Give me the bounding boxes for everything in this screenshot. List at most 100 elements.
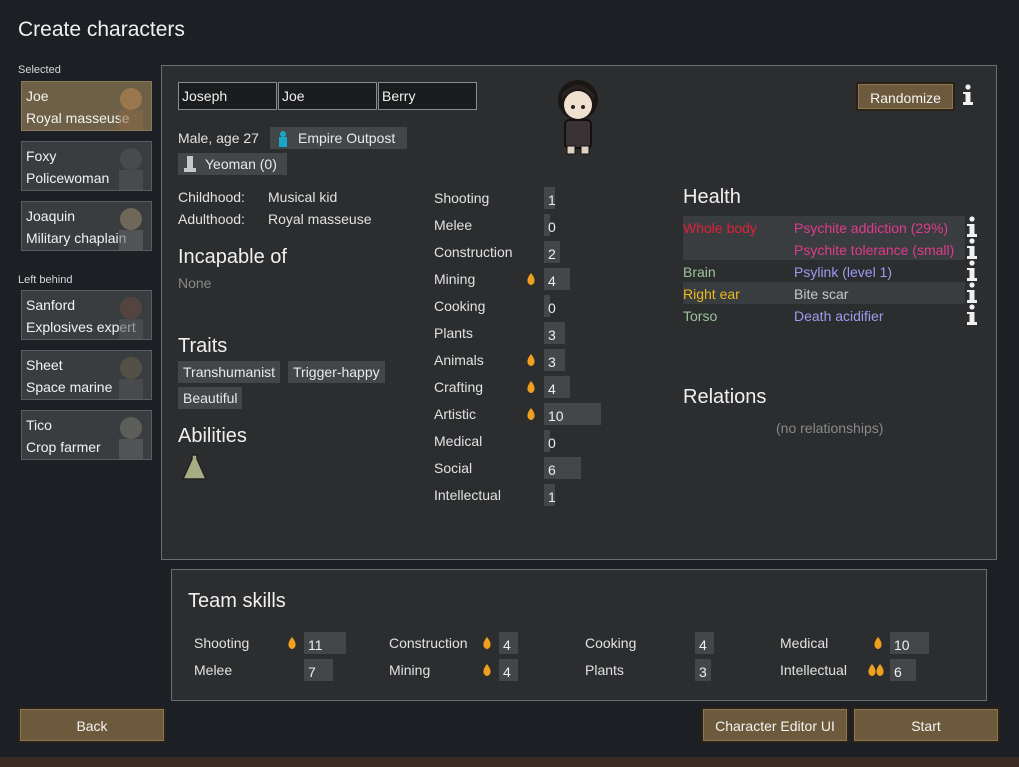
adulthood-value[interactable]: Royal masseuse (268, 211, 372, 227)
incapable-heading: Incapable of (178, 246, 287, 268)
abilities-heading: Abilities (178, 425, 247, 447)
health-row[interactable]: Right ear Bite scar (683, 282, 965, 304)
skill-name: Melee (434, 217, 473, 233)
gender-age: Male, age 27 (178, 130, 259, 146)
health-condition: Psylink (level 1) (794, 264, 893, 280)
skill-value: 4 (548, 273, 556, 289)
childhood-value[interactable]: Musical kid (268, 189, 337, 205)
nickname-field[interactable] (278, 82, 377, 110)
pawn-name: Sheet (26, 357, 63, 373)
team-skill-name: Mining (389, 662, 431, 678)
skill-name: Construction (434, 244, 513, 260)
skill-name: Intellectual (434, 487, 501, 503)
adulthood-label: Adulthood: (178, 211, 245, 227)
team-skill-value: 7 (308, 664, 316, 680)
health-condition: Psychite addiction (29%) (794, 220, 949, 236)
health-row[interactable]: Torso Death acidifier (683, 304, 965, 326)
skill-value: 2 (548, 246, 556, 262)
info-icon[interactable] (966, 260, 978, 282)
pawn-portrait-icon (119, 88, 143, 130)
back-button[interactable]: Back (18, 707, 166, 743)
flame-icon (874, 637, 882, 649)
team-skill-value: 11 (308, 637, 323, 653)
royal-title-chip[interactable]: Yeoman (0) (178, 153, 287, 175)
flame-icon (527, 273, 535, 285)
pawn-portrait-icon (119, 297, 143, 339)
team-skill-name: Shooting (194, 635, 250, 651)
team-skill-name: Cooking (585, 635, 637, 651)
flame-icon (527, 408, 535, 420)
skill-name: Crafting (434, 379, 484, 395)
trait-chip[interactable]: Beautiful (178, 387, 243, 409)
trait-chip[interactable]: Trigger-happy (288, 361, 385, 383)
skill-value: 3 (548, 327, 556, 343)
randomize-button[interactable]: Randomize (856, 82, 955, 111)
info-icon[interactable] (966, 238, 978, 260)
psycast-ability-icon[interactable] (180, 452, 209, 481)
character-editor-button[interactable]: Character Editor UI (701, 707, 849, 743)
last-name-field[interactable] (378, 82, 477, 110)
skill-value: 0 (548, 300, 556, 316)
pawn-card-foxy[interactable]: Foxy Policewoman (21, 141, 152, 191)
team-skill-value: 6 (894, 664, 902, 680)
relations-heading: Relations (683, 386, 767, 408)
flame-icon (527, 354, 535, 366)
skill-value: 0 (548, 435, 556, 451)
pawn-title: Crop farmer (26, 439, 101, 455)
team-skill-value: 4 (503, 664, 511, 680)
info-icon[interactable] (962, 84, 974, 106)
health-row[interactable]: Psychite tolerance (small) (683, 238, 965, 260)
pawn-portrait-icon (119, 208, 143, 250)
skill-value: 4 (548, 381, 556, 397)
flame-icon (288, 637, 296, 649)
team-skill-value: 10 (894, 637, 910, 653)
health-row[interactable]: Whole body Psychite addiction (29%) (683, 216, 965, 238)
faction-name: Empire Outpost (298, 130, 396, 146)
skill-value: 0 (548, 219, 556, 235)
start-button[interactable]: Start (852, 707, 1000, 743)
first-name-field[interactable] (178, 82, 277, 110)
relations-empty: (no relationships) (776, 420, 884, 436)
left-behind-section-label: Left behind (18, 274, 73, 286)
pawn-name: Joaquin (26, 208, 76, 224)
info-icon[interactable] (966, 282, 978, 304)
pawn-card-sheet[interactable]: Sheet Space marine (21, 350, 152, 400)
skill-name: Shooting (434, 190, 490, 206)
skill-name: Artistic (434, 406, 476, 422)
flame-icon (483, 664, 491, 676)
skill-value: 10 (548, 408, 564, 424)
flame-icon (527, 381, 535, 393)
team-skill-name: Medical (780, 635, 829, 651)
team-skill-name: Construction (389, 635, 468, 651)
team-skill-name: Plants (585, 662, 624, 678)
team-skill-value: 3 (699, 664, 707, 680)
body-part: Torso (683, 308, 718, 324)
team-skills-panel (171, 569, 987, 701)
info-icon[interactable] (966, 304, 978, 326)
page-title: Create characters (18, 18, 185, 41)
health-row[interactable]: Brain Psylink (level 1) (683, 260, 965, 282)
childhood-label: Childhood: (178, 189, 245, 205)
team-skill-name: Intellectual (780, 662, 847, 678)
health-condition: Death acidifier (794, 308, 884, 324)
skill-value: 3 (548, 354, 556, 370)
pawn-title: Policewoman (26, 170, 110, 186)
pawn-portrait-icon (119, 417, 143, 459)
trait-chip[interactable]: Transhumanist (178, 361, 281, 383)
pawn-portrait-icon (119, 148, 143, 190)
pawn-card-sanford[interactable]: Sanford Explosives expert (21, 290, 152, 340)
team-skill-name: Melee (194, 662, 233, 678)
health-condition: Bite scar (794, 286, 849, 302)
faction-chip[interactable]: Empire Outpost (270, 127, 407, 149)
faction-icon (279, 131, 287, 147)
skill-name: Mining (434, 271, 476, 287)
pawn-card-joaquin[interactable]: Joaquin Military chaplain (21, 201, 152, 251)
pawn-name: Tico (26, 417, 52, 433)
health-condition: Psychite tolerance (small) (794, 242, 955, 258)
info-icon[interactable] (966, 216, 978, 238)
pawn-card-tico[interactable]: Tico Crop farmer (21, 410, 152, 460)
body-part: Brain (683, 264, 716, 280)
incapable-value: None (178, 275, 212, 291)
royal-title-icon (184, 156, 196, 172)
pawn-card-joe[interactable]: Joe Royal masseuse (21, 81, 152, 131)
